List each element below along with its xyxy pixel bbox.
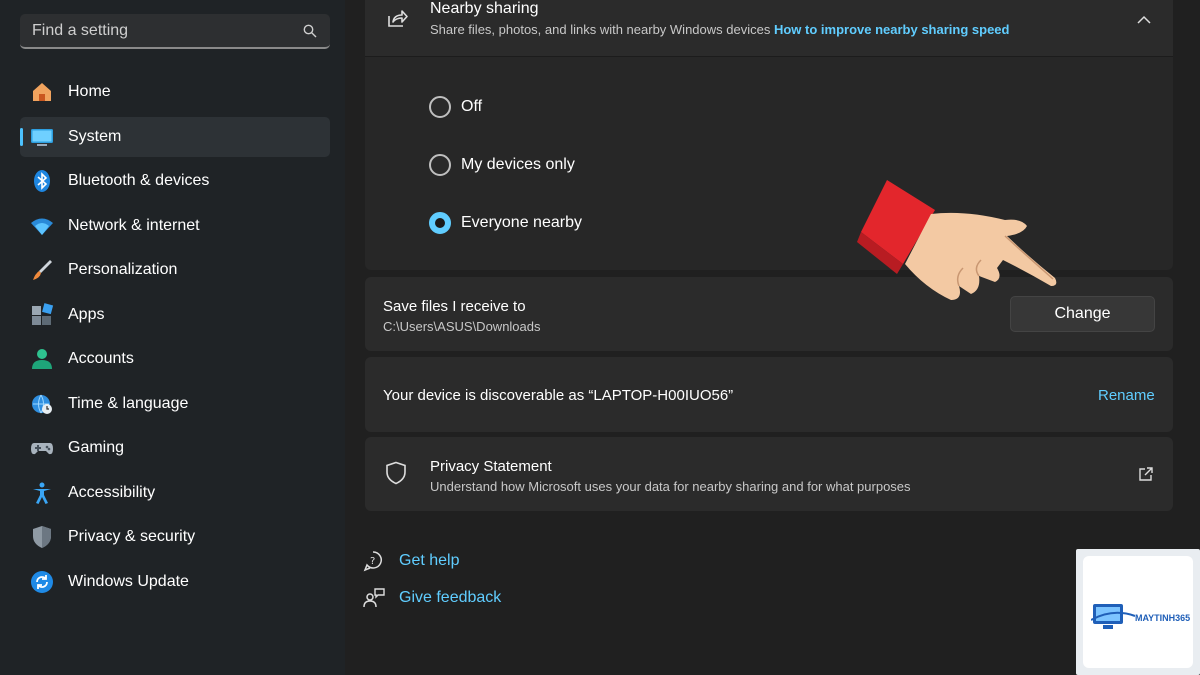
radio-label: Off <box>461 98 483 115</box>
sidebar-item-label: Windows Update <box>68 572 189 590</box>
sidebar-item-label: Time & language <box>68 394 189 412</box>
accessibility-icon <box>30 481 54 505</box>
chevron-up-icon[interactable] <box>1137 12 1151 24</box>
monitor-logo-icon <box>1091 604 1135 629</box>
sidebar-item-accounts[interactable]: Accounts <box>20 339 330 379</box>
watermark-logo: MAYTINH365 <box>1076 549 1200 675</box>
radio-label: Everyone nearby <box>461 214 582 231</box>
apps-icon <box>30 302 54 327</box>
main-content: Nearby sharing Share files, photos, and … <box>345 0 1200 675</box>
get-help-link[interactable]: ? Get help <box>363 550 459 572</box>
shield-icon <box>30 525 54 549</box>
save-files-path: C:\Users\ASUS\Downloads <box>383 319 541 334</box>
nearby-sharing-title: Nearby sharing <box>430 0 539 17</box>
sidebar-item-bluetooth[interactable]: Bluetooth & devices <box>20 161 330 201</box>
radio-label: My devices only <box>461 156 575 173</box>
search-input[interactable] <box>32 21 302 40</box>
radio-option-off[interactable]: Off <box>429 96 482 118</box>
get-help-label: Get help <box>399 552 460 569</box>
radio-option-everyone[interactable]: Everyone nearby <box>429 212 582 234</box>
sidebar-item-label: Network & internet <box>68 216 200 234</box>
nearby-sharing-description: Share files, photos, and links with near… <box>430 22 771 37</box>
share-icon <box>385 6 409 30</box>
globe-clock-icon <box>30 392 54 416</box>
watermark-card: MAYTINH365 <box>1083 556 1193 668</box>
bluetooth-icon <box>30 169 54 193</box>
sidebar-item-label: Privacy & security <box>68 528 196 545</box>
sidebar-item-gaming[interactable]: Gaming <box>20 428 330 468</box>
sidebar-item-personalization[interactable]: Personalization <box>20 250 330 290</box>
gamepad-icon <box>30 436 54 460</box>
sidebar-item-label: Home <box>68 83 111 100</box>
account-icon <box>30 347 54 371</box>
update-icon <box>30 570 54 594</box>
sidebar-item-label: Bluetooth & devices <box>68 172 210 189</box>
search-box[interactable] <box>20 14 330 49</box>
privacy-statement-title: Privacy Statement <box>430 458 552 475</box>
privacy-statement-card[interactable]: Privacy Statement Understand how Microso… <box>365 437 1173 511</box>
shield-outline-icon <box>385 461 407 485</box>
sidebar-item-label: System <box>68 127 122 145</box>
pointing-hand-illustration <box>855 178 1065 308</box>
feedback-icon <box>363 587 385 609</box>
give-feedback-label: Give feedback <box>399 589 502 606</box>
sidebar-item-home[interactable]: Home <box>20 72 330 112</box>
give-feedback-link[interactable]: Give feedback <box>363 587 501 609</box>
sidebar-item-label: Accessibility <box>68 483 156 501</box>
sidebar-item-system[interactable]: System <box>20 116 330 157</box>
sidebar: Home System Bluetooth & devices Network … <box>0 0 345 675</box>
rename-link[interactable]: Rename <box>1098 387 1155 404</box>
nearby-speed-link[interactable]: How to improve nearby sharing speed <box>774 22 1010 37</box>
sidebar-item-privacy-security[interactable]: Privacy & security <box>20 517 330 557</box>
sidebar-item-windows-update[interactable]: Windows Update <box>20 562 330 602</box>
external-link-icon[interactable] <box>1138 466 1154 482</box>
save-files-title: Save files I receive to <box>383 298 526 315</box>
nearby-sharing-header[interactable]: Nearby sharing Share files, photos, and … <box>365 0 1173 56</box>
discoverable-card: Your device is discoverable as “LAPTOP-H… <box>365 357 1173 432</box>
search-icon[interactable] <box>302 23 318 39</box>
watermark-brand: MAYTINH365 <box>1135 613 1191 623</box>
wifi-icon <box>30 214 54 238</box>
sidebar-item-accessibility[interactable]: Accessibility <box>20 473 330 513</box>
system-icon <box>30 125 54 149</box>
svg-text:?: ? <box>370 556 375 567</box>
sidebar-item-time-language[interactable]: Time & language <box>20 384 330 424</box>
privacy-statement-subtitle: Understand how Microsoft uses your data … <box>430 479 911 494</box>
sidebar-item-network[interactable]: Network & internet <box>20 206 330 246</box>
radio-button[interactable] <box>429 96 451 118</box>
sidebar-item-label: Personalization <box>68 261 178 278</box>
home-icon <box>30 80 54 104</box>
help-chat-icon: ? <box>363 550 385 572</box>
nearby-sharing-subtitle: Share files, photos, and links with near… <box>430 22 1009 37</box>
discoverable-text: Your device is discoverable as “LAPTOP-H… <box>383 387 734 404</box>
radio-button[interactable] <box>429 154 451 176</box>
sidebar-item-label: Gaming <box>68 439 125 456</box>
sidebar-item-label: Apps <box>68 305 105 323</box>
radio-button-checked[interactable] <box>429 212 451 234</box>
sidebar-item-apps[interactable]: Apps <box>20 295 330 335</box>
radio-option-my-devices[interactable]: My devices only <box>429 154 575 176</box>
sidebar-nav: Home System Bluetooth & devices Network … <box>20 72 330 606</box>
sidebar-item-label: Accounts <box>68 350 134 367</box>
brush-icon <box>30 258 54 282</box>
